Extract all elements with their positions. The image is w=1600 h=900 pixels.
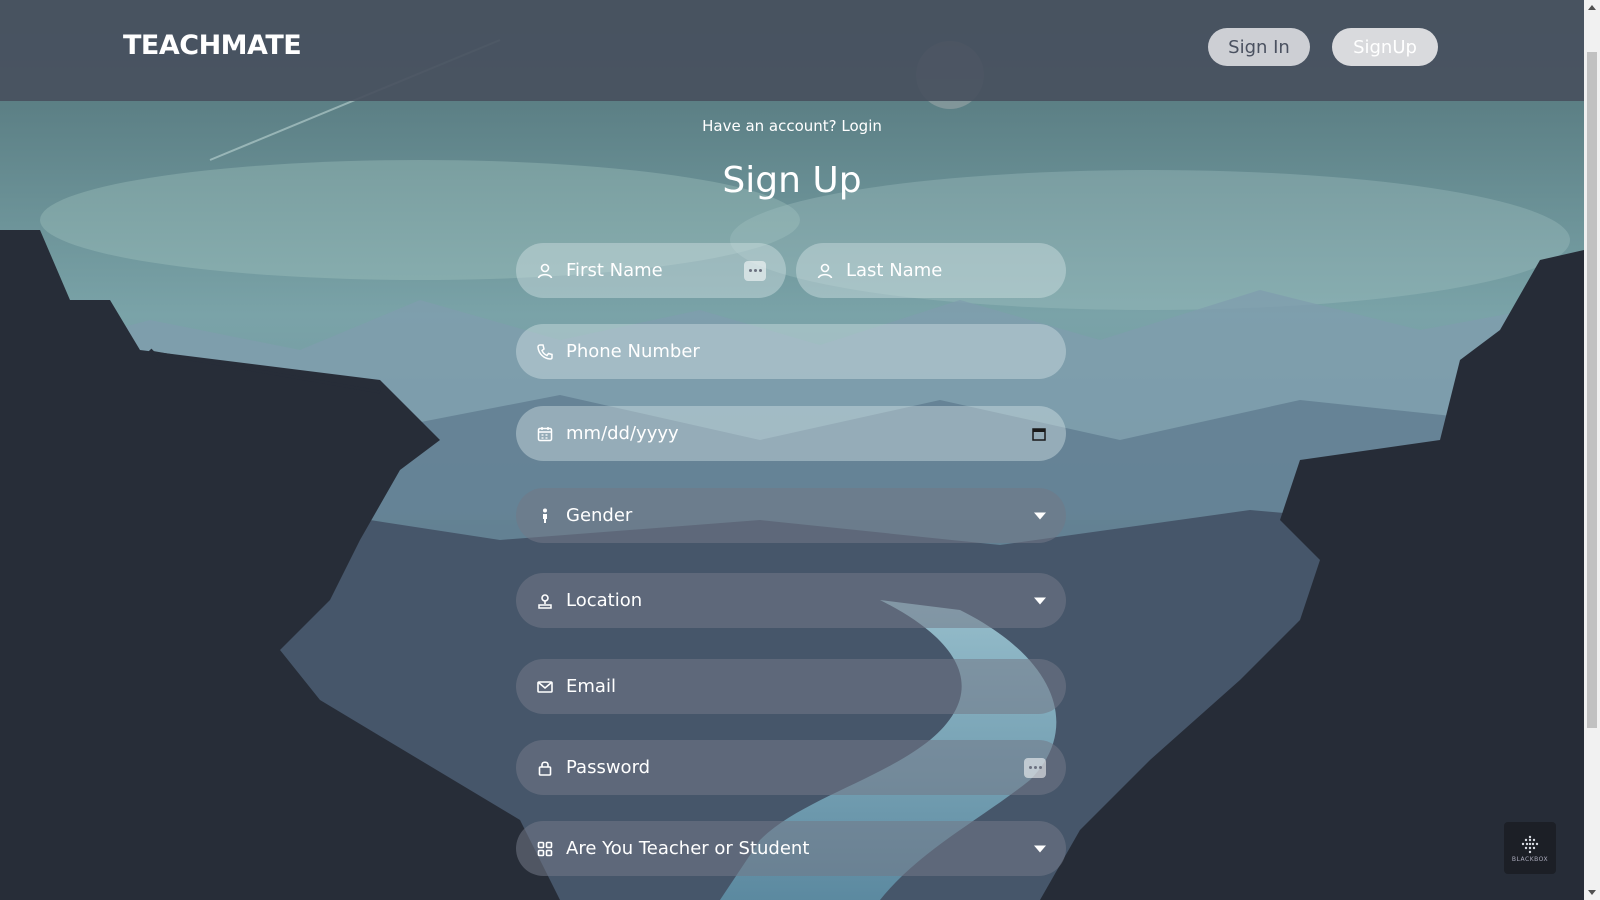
- vertical-scrollbar[interactable]: [1584, 0, 1600, 900]
- email-field[interactable]: Email: [516, 659, 1066, 714]
- blackbox-label: BLACKBOX: [1511, 855, 1549, 863]
- blackbox-widget[interactable]: BLACKBOX: [1504, 822, 1556, 874]
- sign-in-button[interactable]: Sign In: [1208, 28, 1310, 66]
- date-of-birth-field[interactable]: mm/dd/yyyy: [516, 406, 1066, 461]
- scroll-up-icon[interactable]: [1588, 5, 1596, 10]
- date-placeholder: mm/dd/yyyy: [566, 423, 679, 444]
- scrollbar-thumb[interactable]: [1587, 52, 1597, 728]
- chevron-down-icon: [1034, 845, 1046, 852]
- last-name-field[interactable]: Last Name: [796, 243, 1066, 298]
- sign-up-button[interactable]: SignUp: [1332, 28, 1438, 66]
- first-name-field[interactable]: First Name: [516, 243, 786, 298]
- top-navbar: TEACHMATE Sign In SignUp: [0, 0, 1584, 101]
- last-name-placeholder: Last Name: [846, 260, 943, 281]
- blackbox-logo-icon: [1521, 835, 1539, 853]
- chevron-down-icon: [1034, 512, 1046, 519]
- role-select[interactable]: Are You Teacher or Student: [516, 821, 1066, 876]
- mail-icon: [536, 678, 554, 696]
- chevron-down-icon: [1034, 597, 1046, 604]
- scroll-down-icon[interactable]: [1588, 890, 1596, 895]
- password-dots-icon[interactable]: [744, 260, 766, 281]
- password-placeholder: Password: [566, 757, 651, 778]
- calendar-icon: [536, 425, 554, 443]
- page-title: Sign Up: [722, 160, 862, 201]
- location-selected-value: Location: [566, 590, 643, 611]
- password-field[interactable]: Password: [516, 740, 1066, 795]
- gender-icon: [536, 507, 554, 525]
- phone-icon: [536, 343, 554, 361]
- calendar-picker-icon[interactable]: [1032, 427, 1046, 441]
- location-icon: [536, 592, 554, 610]
- lock-icon: [536, 759, 554, 777]
- phone-number-field[interactable]: Phone Number: [516, 324, 1066, 379]
- role-selected-value: Are You Teacher or Student: [566, 838, 810, 859]
- password-dots-icon[interactable]: [1024, 757, 1046, 778]
- brand-logo[interactable]: TEACHMATE: [123, 30, 302, 61]
- user-icon: [816, 262, 834, 280]
- first-name-placeholder: First Name: [566, 260, 663, 281]
- gender-selected-value: Gender: [566, 505, 633, 526]
- login-link[interactable]: Have an account? Login: [0, 117, 1584, 135]
- phone-number-placeholder: Phone Number: [566, 341, 700, 362]
- user-icon: [536, 262, 554, 280]
- location-select[interactable]: Location: [516, 573, 1066, 628]
- grid-icon: [536, 840, 554, 858]
- gender-select[interactable]: Gender: [516, 488, 1066, 543]
- email-placeholder: Email: [566, 676, 616, 697]
